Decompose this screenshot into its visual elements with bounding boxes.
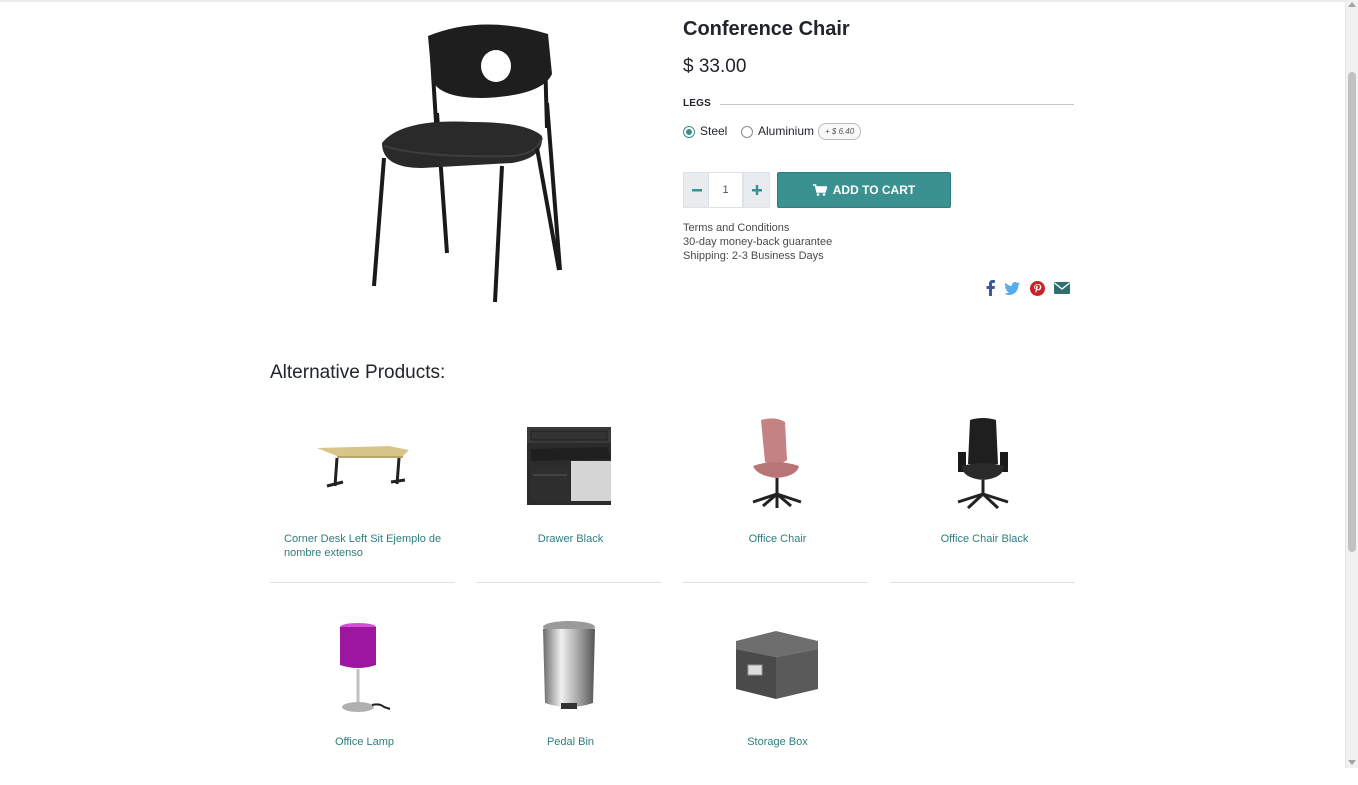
vertical-scrollbar[interactable]	[1345, 0, 1358, 768]
product-card[interactable]: Office Chair	[683, 402, 868, 583]
product-title: Conference Chair	[683, 18, 850, 40]
alternative-products-heading: Alternative Products:	[270, 362, 446, 383]
pedal-bin-image	[476, 617, 661, 717]
extra-price-badge: + $ 6.40	[818, 123, 862, 140]
add-to-cart-button[interactable]: ADD TO CART	[777, 172, 951, 208]
product-card[interactable]: Office Chair Black	[890, 402, 1075, 583]
scroll-up-arrow-icon[interactable]	[1348, 2, 1356, 7]
terms-and-conditions: Terms and Conditions	[683, 222, 790, 234]
product-name-link[interactable]: Drawer Black	[490, 532, 651, 546]
minus-icon	[691, 189, 702, 192]
product-card[interactable]: Corner Desk Left Sit Ejemplo de nombre e…	[270, 402, 455, 583]
product-name-link[interactable]: Corner Desk Left Sit Ejemplo de nombre e…	[284, 532, 445, 560]
radio-aluminium[interactable]	[741, 126, 753, 138]
drawer-image	[476, 414, 661, 514]
attribute-label: LEGS	[683, 98, 712, 109]
lamp-image	[270, 617, 455, 717]
product-name-link[interactable]: Office Lamp	[284, 735, 445, 749]
twitter-icon[interactable]	[1004, 280, 1020, 296]
product-name-link[interactable]: Office Chair Black	[904, 532, 1065, 546]
scrollbar-thumb[interactable]	[1348, 72, 1356, 552]
top-border	[0, 0, 1346, 2]
product-name-link[interactable]: Office Chair	[697, 532, 858, 546]
product-card[interactable]: Pedal Bin	[476, 605, 661, 785]
product-image	[362, 18, 572, 308]
attribute-divider	[720, 104, 1074, 105]
desk-image	[270, 414, 455, 514]
office-chair-black-image	[890, 414, 1075, 514]
product-name-link[interactable]: Pedal Bin	[490, 735, 651, 749]
office-chair-image	[683, 414, 868, 514]
product-card[interactable]: Office Lamp	[270, 605, 455, 785]
option-label-steel[interactable]: Steel	[700, 124, 727, 138]
shipping-info: Shipping: 2-3 Business Days	[683, 250, 824, 262]
option-label-aluminium[interactable]: Aluminium	[758, 124, 814, 138]
plus-icon	[751, 185, 762, 195]
quantity-decrease-button[interactable]	[683, 172, 710, 208]
radio-steel[interactable]	[683, 126, 695, 138]
quantity-input[interactable]	[708, 172, 743, 208]
add-to-cart-label: ADD TO CART	[832, 183, 916, 197]
quantity-increase-button[interactable]	[743, 172, 770, 208]
storage-box-image	[683, 617, 868, 717]
envelope-icon[interactable]	[1054, 280, 1070, 296]
money-back-guarantee: 30-day money-back guarantee	[683, 236, 833, 248]
pinterest-icon[interactable]	[1029, 280, 1045, 296]
product-card[interactable]: Storage Box	[683, 605, 868, 785]
product-price: $ 33.00	[683, 56, 747, 77]
facebook-icon[interactable]	[982, 280, 998, 296]
product-name-link[interactable]: Storage Box	[697, 735, 858, 749]
scroll-down-arrow-icon[interactable]	[1348, 760, 1356, 765]
product-card[interactable]: Drawer Black	[476, 402, 661, 583]
shopping-cart-icon	[812, 184, 827, 196]
